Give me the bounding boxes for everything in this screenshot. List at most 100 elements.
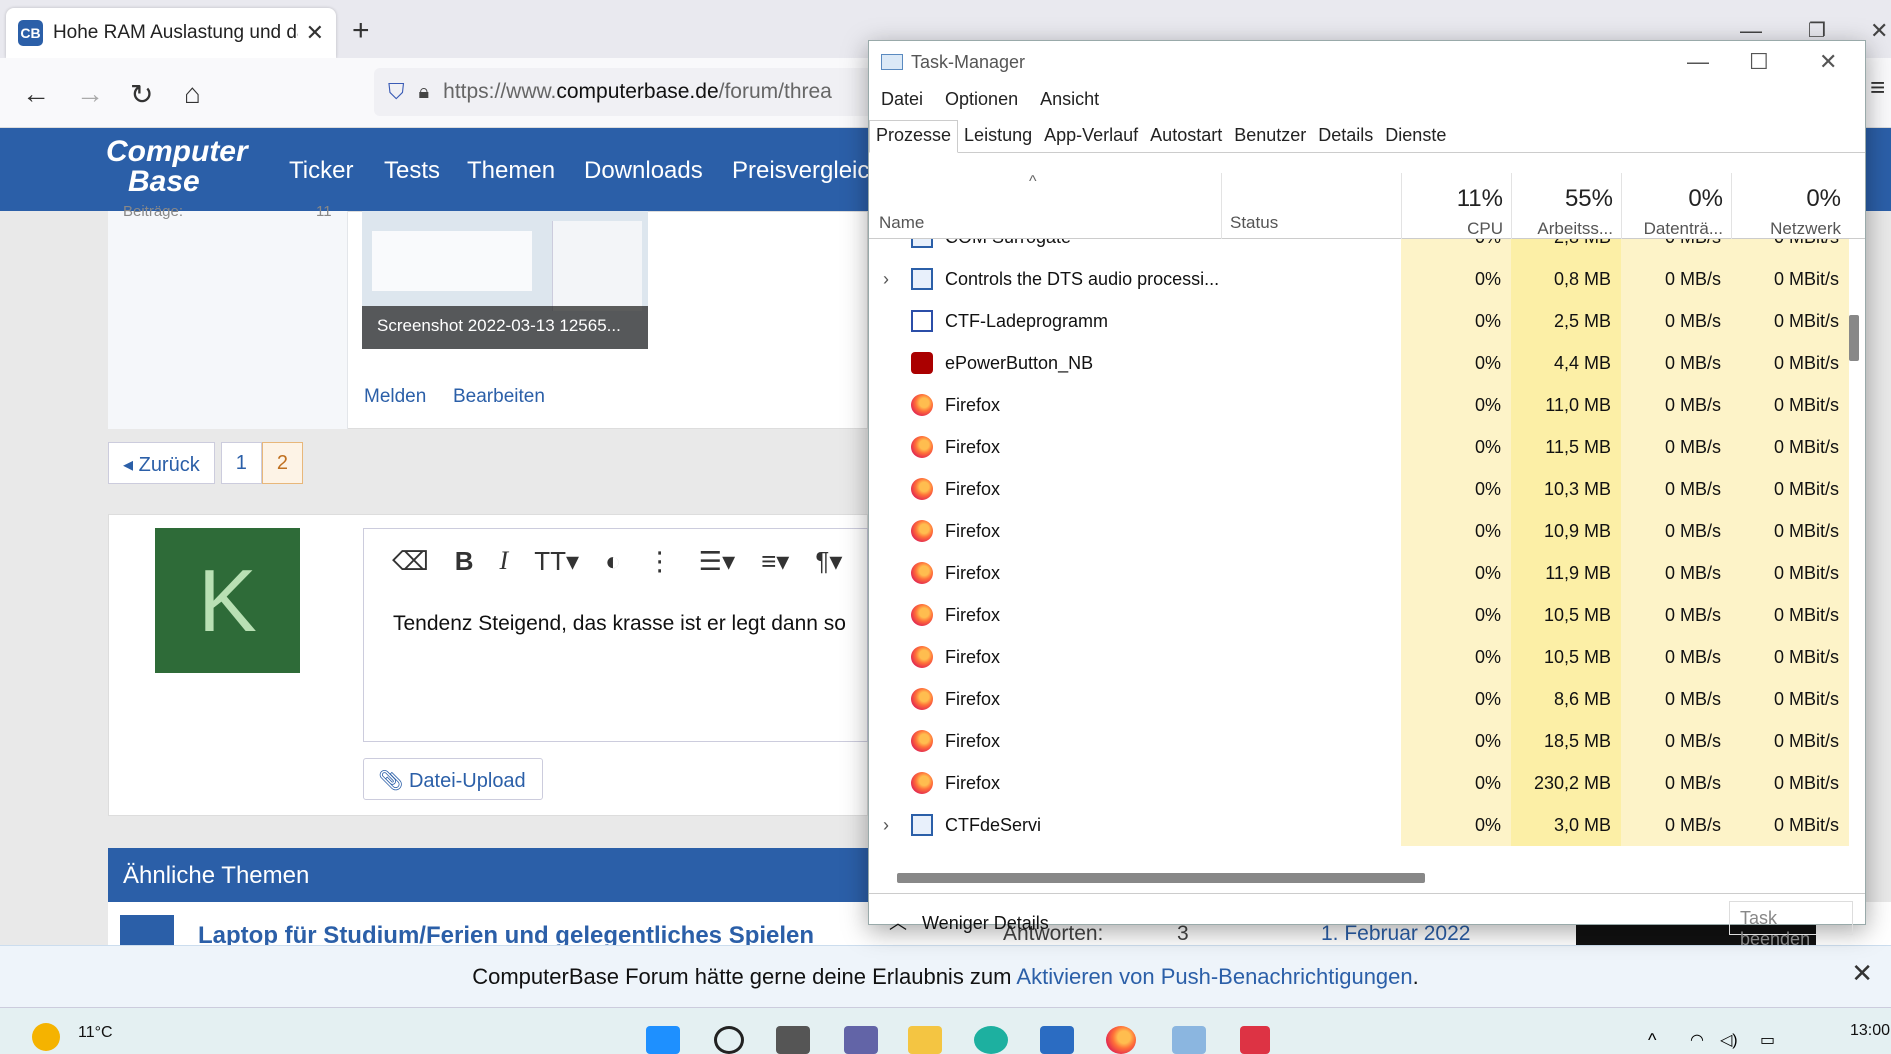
nav-tests[interactable]: Tests [384,157,440,185]
tm-titlebar: Task-Manager [869,41,1865,83]
process-row[interactable]: › Controls the DTS audio processi... 0% 0,8… [869,258,1849,300]
list-icon[interactable]: ☰▾ [699,546,735,577]
push-close-icon[interactable]: ✕ [1851,958,1873,989]
weather-icon[interactable] [32,1023,60,1051]
firefox-taskbar-icon[interactable] [1106,1026,1136,1054]
task-manager-taskbar-icon[interactable] [1172,1026,1206,1054]
palette-icon[interactable]: ◐ [605,546,621,577]
task-view-icon[interactable] [776,1026,810,1054]
process-row[interactable]: Firefox 0% 11,9 MB 0 MB/s 0 MBit/s [869,552,1849,594]
bearbeiten-link[interactable]: Bearbeiten [453,386,545,408]
sort-arrow-icon[interactable]: ^ [1029,173,1037,191]
wifi-icon[interactable]: ◠ [1690,1030,1704,1050]
battery-icon[interactable]: ▭ [1760,1030,1775,1050]
process-row[interactable]: Firefox 0% 10,5 MB 0 MB/s 0 MBit/s [869,636,1849,678]
tm-minimize-icon[interactable]: — [1687,49,1709,75]
process-row[interactable]: Firefox 0% 8,6 MB 0 MB/s 0 MBit/s [869,678,1849,720]
clock[interactable]: 13:00 [1850,1022,1890,1040]
nav-downloads[interactable]: Downloads [584,157,703,185]
hamburger-menu-icon[interactable]: ≡ [1870,72,1885,103]
col-disk-header[interactable]: 0% Datenträ... [1621,173,1731,239]
tm-maximize-icon[interactable]: ☐ [1749,49,1769,75]
file-upload-button[interactable]: 📎︎ Datei-Upload [363,758,543,800]
tab-details[interactable]: Details [1312,121,1379,152]
tm-close-icon[interactable]: ✕ [1819,49,1837,75]
reload-icon[interactable]: ↻ [130,78,153,111]
push-enable-link[interactable]: Aktivieren von Push-Benachrichtigungen [1016,964,1412,989]
text-size-icon[interactable]: TT▾ [534,546,579,577]
page-2-button[interactable]: 2 [261,442,303,484]
process-row[interactable]: Firefox 0% 18,5 MB 0 MB/s 0 MBit/s [869,720,1849,762]
process-net-cell: 0 MBit/s [1731,239,1849,258]
weather-temp[interactable]: 11°C [78,1024,113,1042]
horizontal-scrollbar[interactable] [897,873,1425,883]
italic-icon[interactable]: I [500,546,509,577]
url-bar[interactable]: ⛉ 🔒︎ https://www. computerbase.de/forum/t… [374,68,894,116]
col-cpu-header[interactable]: 11% CPU [1401,173,1511,239]
paragraph-icon[interactable]: ¶▾ [815,546,842,577]
menu-ansicht[interactable]: Ansicht [1040,89,1099,110]
process-cpu-cell: 0% [1401,426,1511,468]
process-row[interactable]: Firefox 0% 10,5 MB 0 MB/s 0 MBit/s [869,594,1849,636]
browser-close-icon[interactable]: ✕ [1870,18,1888,44]
search-icon[interactable] [714,1026,744,1054]
volume-icon[interactable]: ◁) [1720,1030,1738,1050]
home-icon[interactable]: ⌂ [184,78,201,110]
col-mem-header[interactable]: 55% Arbeitss... [1511,173,1621,239]
more-icon[interactable]: ⋮ [647,546,673,577]
store-icon[interactable] [1040,1026,1074,1054]
fewer-details-button[interactable]: ︿ Weniger Details [889,909,1049,935]
process-row[interactable]: Firefox 0% 10,9 MB 0 MB/s 0 MBit/s [869,510,1849,552]
back-arrow-icon[interactable]: ← [22,78,50,110]
process-row[interactable]: CTF-Ladeprogramm 0% 2,5 MB 0 MB/s 0 MBit/s [869,300,1849,342]
nav-themen[interactable]: Themen [467,157,555,185]
new-tab-button[interactable]: + [352,14,370,48]
process-row[interactable]: Firefox 0% 11,5 MB 0 MB/s 0 MBit/s [869,426,1849,468]
vertical-scrollbar[interactable] [1849,315,1859,361]
forward-arrow-icon[interactable]: → [76,78,104,110]
start-icon[interactable] [646,1026,680,1054]
process-row[interactable]: Firefox 0% 11,0 MB 0 MB/s 0 MBit/s [869,384,1849,426]
col-status-header[interactable]: Status [1221,173,1401,239]
process-mem-cell: 4,4 MB [1511,342,1621,384]
editor-toolbar: ⌫ B I TT▾ ◐ ⋮ ☰▾ ≡▾ ¶▾ [392,546,842,577]
nav-ticker[interactable]: Ticker [289,157,353,185]
menu-optionen[interactable]: Optionen [945,89,1018,110]
page-1-button[interactable]: 1 [220,442,262,484]
nav-preisvergleich[interactable]: Preisvergleic [732,157,869,185]
col-net-header[interactable]: 0% Netzwerk [1731,173,1849,239]
process-row[interactable]: › CTFdeServi 0% 3,0 MB 0 MB/s 0 MBit/s [869,804,1849,846]
tab-autostart[interactable]: Autostart [1144,121,1228,152]
process-mem-cell: 8,6 MB [1511,678,1621,720]
process-row[interactable]: ePowerButton_NB 0% 4,4 MB 0 MB/s 0 MBit/s [869,342,1849,384]
pagination-back-button[interactable]: ◂ Zurück [108,442,215,484]
end-task-button[interactable]: Task beenden [1729,901,1853,949]
process-row[interactable]: Firefox 0% 230,2 MB 0 MB/s 0 MBit/s [869,762,1849,804]
upload-label: Datei-Upload [408,770,526,792]
file-explorer-icon[interactable] [908,1026,942,1054]
tab-dienste[interactable]: Dienste [1379,121,1452,152]
bold-icon[interactable]: B [455,546,474,577]
expand-chevron-icon[interactable]: › [883,258,889,300]
process-row[interactable]: COM Surrogate 0%2,8 MB0 MB/s0 MBit/s [869,239,1849,258]
align-icon[interactable]: ≡▾ [761,546,789,577]
tray-chevron-icon[interactable]: ^ [1648,1030,1656,1051]
computerbase-logo[interactable]: Computer Base [106,137,248,197]
tracking-shield-icon[interactable]: ⛉ [388,79,405,105]
tab-prozesse[interactable]: Prozesse [869,120,959,153]
snipping-tool-icon[interactable] [1240,1026,1270,1054]
melden-link[interactable]: Melden [364,386,426,408]
eraser-icon[interactable]: ⌫ [392,546,429,577]
tab-leistung[interactable]: Leistung [958,121,1038,152]
expand-chevron-icon[interactable]: › [883,804,889,846]
browser-tab[interactable]: CB Hohe RAM Auslastung und dad ✕ [6,8,336,58]
menu-datei[interactable]: Datei [881,89,923,110]
col-name[interactable]: Name [879,213,924,233]
tab-benutzer[interactable]: Benutzer [1228,121,1312,152]
teams-icon[interactable] [844,1026,878,1054]
lock-icon[interactable]: 🔒︎ [419,81,430,104]
tab-app-verlauf[interactable]: App-Verlauf [1038,121,1144,152]
edge-icon[interactable] [974,1026,1008,1054]
tab-close-icon[interactable]: ✕ [306,20,324,46]
process-row[interactable]: Firefox 0% 10,3 MB 0 MB/s 0 MBit/s [869,468,1849,510]
